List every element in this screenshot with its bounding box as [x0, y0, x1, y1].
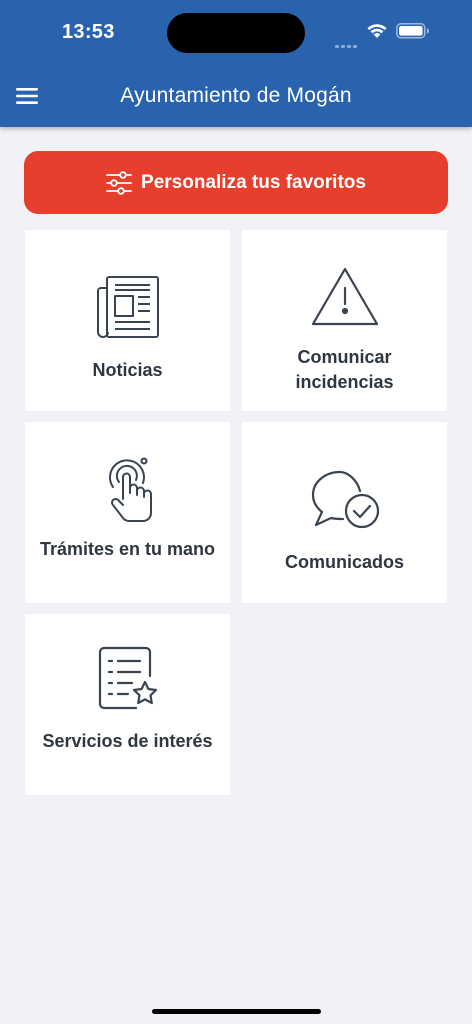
- customize-favorites-label: Personaliza tus favoritos: [141, 171, 366, 193]
- page-title: Ayuntamiento de Mogán: [120, 84, 352, 107]
- tile-label: Servicios de interés: [42, 731, 213, 751]
- tile-noticias[interactable]: Noticias: [25, 230, 230, 411]
- tile-comunicar-incidencias[interactable]: Comunicar incidencias: [242, 230, 447, 411]
- chat-check-icon: [242, 469, 447, 531]
- home-indicator[interactable]: [152, 1009, 321, 1014]
- sliders-icon: [106, 170, 132, 195]
- battery-icon: [396, 23, 430, 44]
- warning-icon: [242, 266, 447, 328]
- newspaper-icon: [25, 274, 230, 340]
- status-time: 13:53: [62, 21, 115, 43]
- app-header: 13:53 Ayuntamiento de Mogán: [0, 0, 472, 127]
- tile-label: Trámites en tu mano: [39, 539, 216, 559]
- dynamic-island: [167, 13, 305, 53]
- tile-label: Comunicar incidencias: [295, 347, 394, 392]
- tile-comunicados[interactable]: Comunicados: [242, 422, 447, 603]
- cellular-signal-icon: [335, 35, 359, 48]
- list-star-icon: [25, 646, 230, 712]
- tile-servicios[interactable]: Servicios de interés: [25, 614, 230, 795]
- wifi-icon: [366, 22, 388, 44]
- tile-tramites[interactable]: Trámites en tu mano: [25, 422, 230, 603]
- tile-label: Comunicados: [284, 552, 404, 572]
- tile-label: Noticias: [92, 360, 163, 380]
- touch-icon: [25, 455, 230, 523]
- customize-favorites-button[interactable]: Personaliza tus favoritos: [24, 151, 448, 214]
